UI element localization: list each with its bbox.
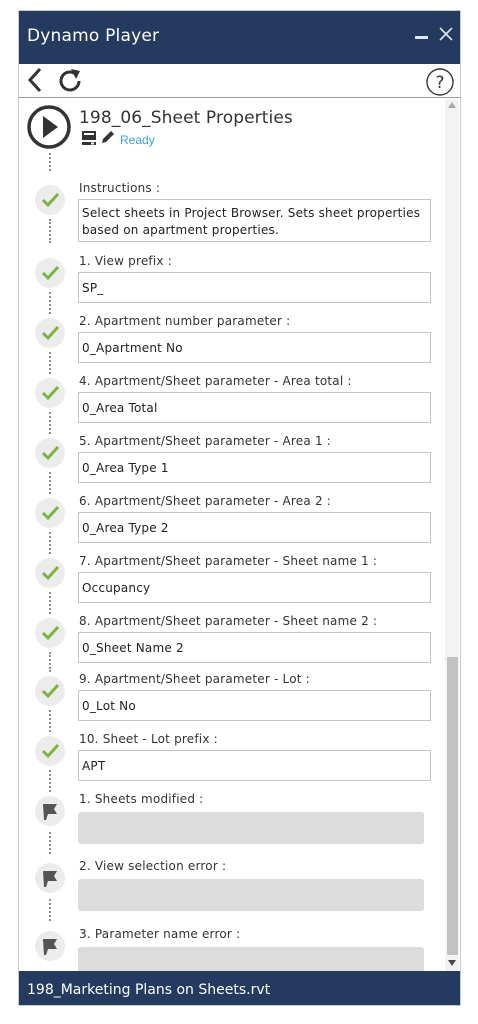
input-row: 6. Apartment/Sheet parameter - Area 2 : … (19, 494, 445, 554)
connector-dots (49, 472, 51, 494)
status-bar: 198_Marketing Plans on Sheets.rvt (19, 971, 460, 1005)
input-label: 5. Apartment/Sheet parameter - Area 1 : (79, 434, 332, 448)
sheet-name-2-field[interactable]: 0_Sheet Name 2 (78, 632, 431, 663)
view-selection-error-output (78, 879, 424, 911)
input-row: 5. Apartment/Sheet parameter - Area 1 : … (19, 434, 445, 494)
input-row: 1. View prefix : SP_ (19, 254, 445, 314)
output-label: 3. Parameter name error : (79, 927, 241, 941)
check-icon (35, 378, 65, 408)
status-label: Ready (120, 133, 155, 147)
connector-dots (49, 770, 51, 792)
toolbar: ? (19, 64, 460, 98)
check-icon (35, 498, 65, 528)
lot-field[interactable]: 0_Lot No (78, 690, 431, 721)
check-icon (35, 185, 65, 215)
input-label: 2. Apartment number parameter : (79, 314, 291, 328)
apartment-number-field[interactable]: 0_Apartment No (78, 332, 431, 363)
input-label: 9. Apartment/Sheet parameter - Lot : (79, 672, 310, 686)
input-label: Instructions : (79, 181, 161, 195)
output-label: 1. Sheets modified : (79, 792, 204, 806)
input-label: 6. Apartment/Sheet parameter - Area 2 : (79, 494, 332, 508)
vertical-scrollbar[interactable] (445, 99, 459, 971)
connector-dots (49, 592, 51, 614)
check-icon (35, 258, 65, 288)
output-row: 2. View selection error : (19, 859, 445, 927)
area-2-field[interactable]: 0_Area Type 2 (78, 512, 431, 543)
back-button[interactable] (25, 67, 45, 98)
input-label: 7. Apartment/Sheet parameter - Sheet nam… (79, 554, 378, 568)
scrollbar-thumb[interactable] (447, 657, 458, 955)
check-icon (35, 318, 65, 348)
minimize-icon (415, 36, 428, 39)
input-row: 9. Apartment/Sheet parameter - Lot : 0_L… (19, 672, 445, 732)
parameter-name-error-output (78, 947, 424, 971)
area-1-field[interactable]: 0_Area Type 1 (78, 452, 431, 483)
script-panel: 198_06_Sheet Properties Ready Instructio… (19, 99, 460, 971)
connector-dots (49, 832, 51, 854)
flag-icon (35, 931, 65, 961)
sheets-modified-output (78, 812, 424, 844)
close-icon (439, 27, 453, 41)
view-prefix-field[interactable]: SP_ (78, 272, 431, 303)
input-label: 8. Apartment/Sheet parameter - Sheet nam… (79, 614, 378, 628)
refresh-icon (59, 69, 81, 92)
output-row: 3. Parameter name error : (19, 927, 445, 971)
chevron-left-icon (27, 67, 42, 93)
scroll-up-arrow-icon[interactable] (448, 102, 456, 108)
connector-dots (49, 352, 51, 374)
input-row: 8. Apartment/Sheet parameter - Sheet nam… (19, 614, 445, 674)
document-file-name: 198_Marketing Plans on Sheets.rvt (27, 982, 271, 998)
input-row: 10. Sheet - Lot prefix : APT (19, 732, 445, 792)
help-button[interactable]: ? (425, 67, 455, 102)
minimize-button[interactable] (415, 23, 428, 39)
check-icon (35, 618, 65, 648)
connector-dots (49, 292, 51, 314)
input-row: 2. Apartment number parameter : 0_Apartm… (19, 314, 445, 374)
lot-prefix-field[interactable]: APT (78, 750, 431, 781)
edit-pencil-icon[interactable] (100, 129, 116, 150)
window-title: Dynamo Player (27, 26, 160, 46)
connector-dots (49, 652, 51, 672)
close-button[interactable] (439, 22, 453, 46)
scroll-down-arrow-icon[interactable] (448, 960, 456, 966)
refresh-button[interactable] (57, 67, 85, 100)
instructions-field[interactable]: Select sheets in Project Browser. Sets s… (78, 199, 431, 242)
check-icon (35, 558, 65, 588)
output-label: 2. View selection error : (79, 859, 227, 873)
connector-dots (49, 710, 51, 732)
title-bar: Dynamo Player (19, 11, 460, 64)
check-icon (35, 736, 65, 766)
svg-text:?: ? (435, 73, 444, 93)
connector-dots (49, 899, 51, 921)
input-label: 1. View prefix : (79, 254, 172, 268)
input-row: 7. Apartment/Sheet parameter - Sheet nam… (19, 554, 445, 614)
input-row: Instructions : Select sheets in Project … (19, 181, 445, 243)
graph-icon (81, 130, 97, 151)
play-icon (27, 105, 71, 149)
connector-dots (49, 153, 51, 171)
script-title: 198_06_Sheet Properties (79, 108, 293, 128)
flag-icon (35, 863, 65, 893)
connector-dots (49, 412, 51, 434)
area-total-field[interactable]: 0_Area Total (78, 392, 431, 423)
flag-icon (35, 796, 65, 826)
dynamo-player-window: Dynamo Player ? 198_06_Sheet Properties … (18, 10, 461, 1006)
input-row: 4. Apartment/Sheet parameter - Area tota… (19, 374, 445, 434)
output-row: 1. Sheets modified : (19, 792, 445, 860)
connector-dots (49, 532, 51, 554)
play-button[interactable] (26, 104, 74, 157)
input-label: 4. Apartment/Sheet parameter - Area tota… (79, 374, 352, 388)
check-icon (35, 438, 65, 468)
connector-dots (49, 219, 51, 243)
help-icon: ? (426, 68, 454, 96)
check-icon (35, 676, 65, 706)
input-label: 10. Sheet - Lot prefix : (79, 732, 218, 746)
sheet-name-1-field[interactable]: Occupancy (78, 572, 431, 603)
